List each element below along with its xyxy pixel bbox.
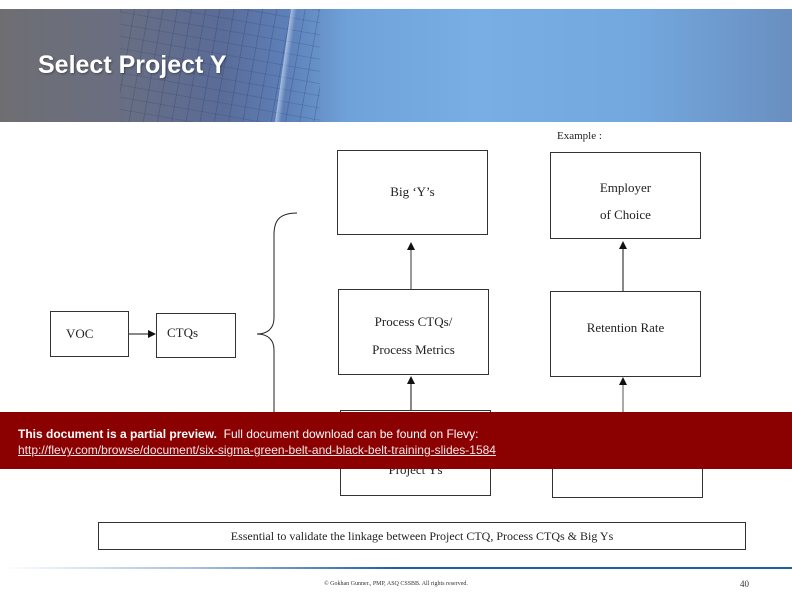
big-ys-box: Big ‘Y’s [337,150,488,235]
process-ctqs-box: Process CTQs/ Process Metrics [338,289,489,375]
big-ys-label: Big ‘Y’s [390,184,435,199]
employer-line1: Employer [599,180,652,195]
page-number: 40 [740,579,749,589]
retention-rate-box: Retention Rate [550,291,701,377]
linkage-note: Essential to validate the linkage betwee… [98,522,746,550]
ctqs-box: CTQs [156,313,236,358]
preview-banner: This document is a partial preview. Full… [0,412,792,469]
footer-divider [0,567,792,569]
voc-box: VOC [50,311,129,357]
preview-banner-text: Full document download can be found on F… [223,427,479,441]
preview-banner-message: This document is a partial preview. Full… [18,427,478,441]
voc-label: VOC [66,326,94,341]
ctqs-label: CTQs [167,325,199,340]
curly-brace [256,212,298,420]
employer-line2: of Choice [600,207,651,222]
retention-rate-label: Retention Rate [586,320,665,335]
flevy-document-link[interactable]: http://flevy.com/browse/document/six-sig… [18,443,496,457]
process-ctqs-line1: Process CTQs/ [374,314,453,329]
process-ctqs-line2: Process Metrics [372,342,455,357]
employer-box: Employer of Choice [550,152,701,239]
preview-banner-bold: This document is a partial preview. [18,427,217,441]
copyright-text: © Gokhan Gunner., PMP, ASQ CSSBB. All ri… [324,581,468,587]
